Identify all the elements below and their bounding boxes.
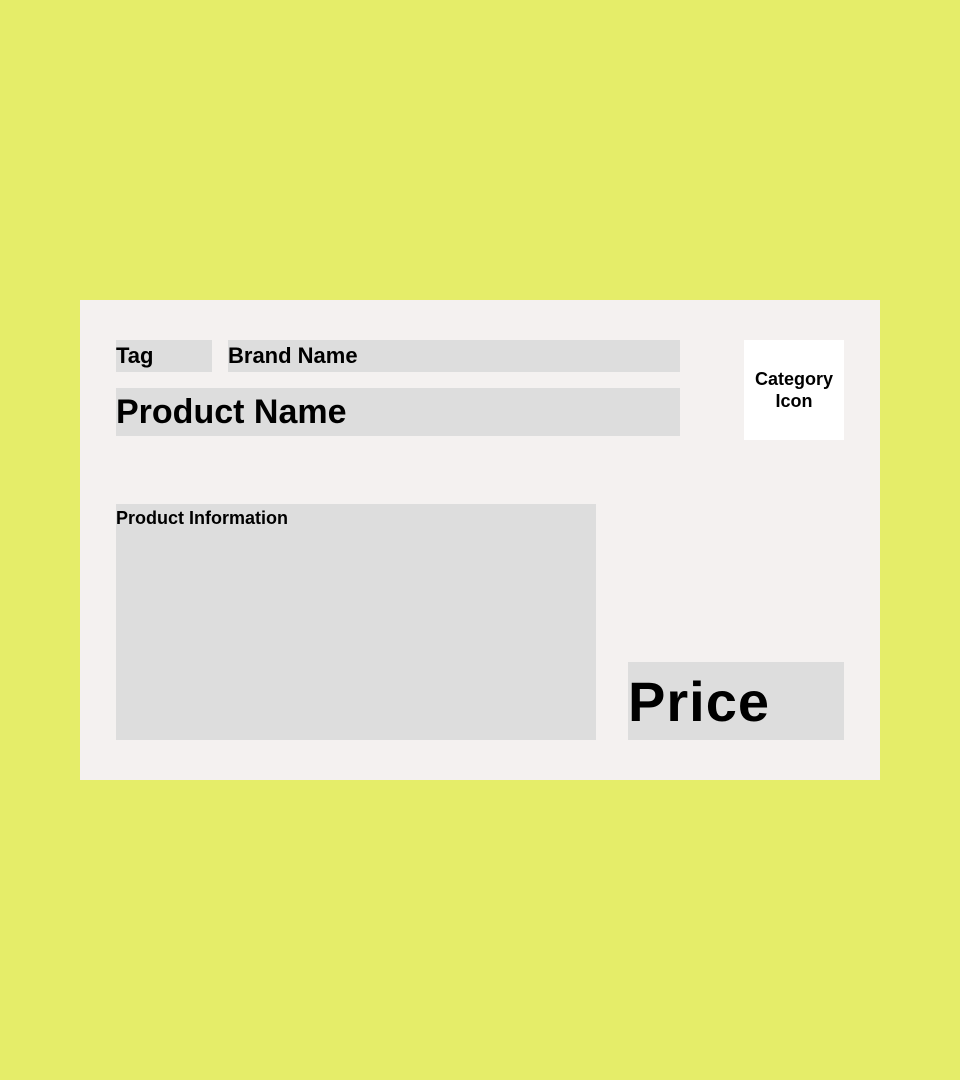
brand-name-field: Brand Name <box>228 340 680 372</box>
product-information-field: Product Information <box>116 504 596 740</box>
product-name-field: Product Name <box>116 388 680 436</box>
category-icon-label: Category Icon <box>754 369 834 411</box>
price-field: Price <box>628 662 844 740</box>
category-icon: Category Icon <box>744 340 844 440</box>
product-label-card: Tag Brand Name Product Name Category Ico… <box>80 300 880 780</box>
tag-field: Tag <box>116 340 212 372</box>
